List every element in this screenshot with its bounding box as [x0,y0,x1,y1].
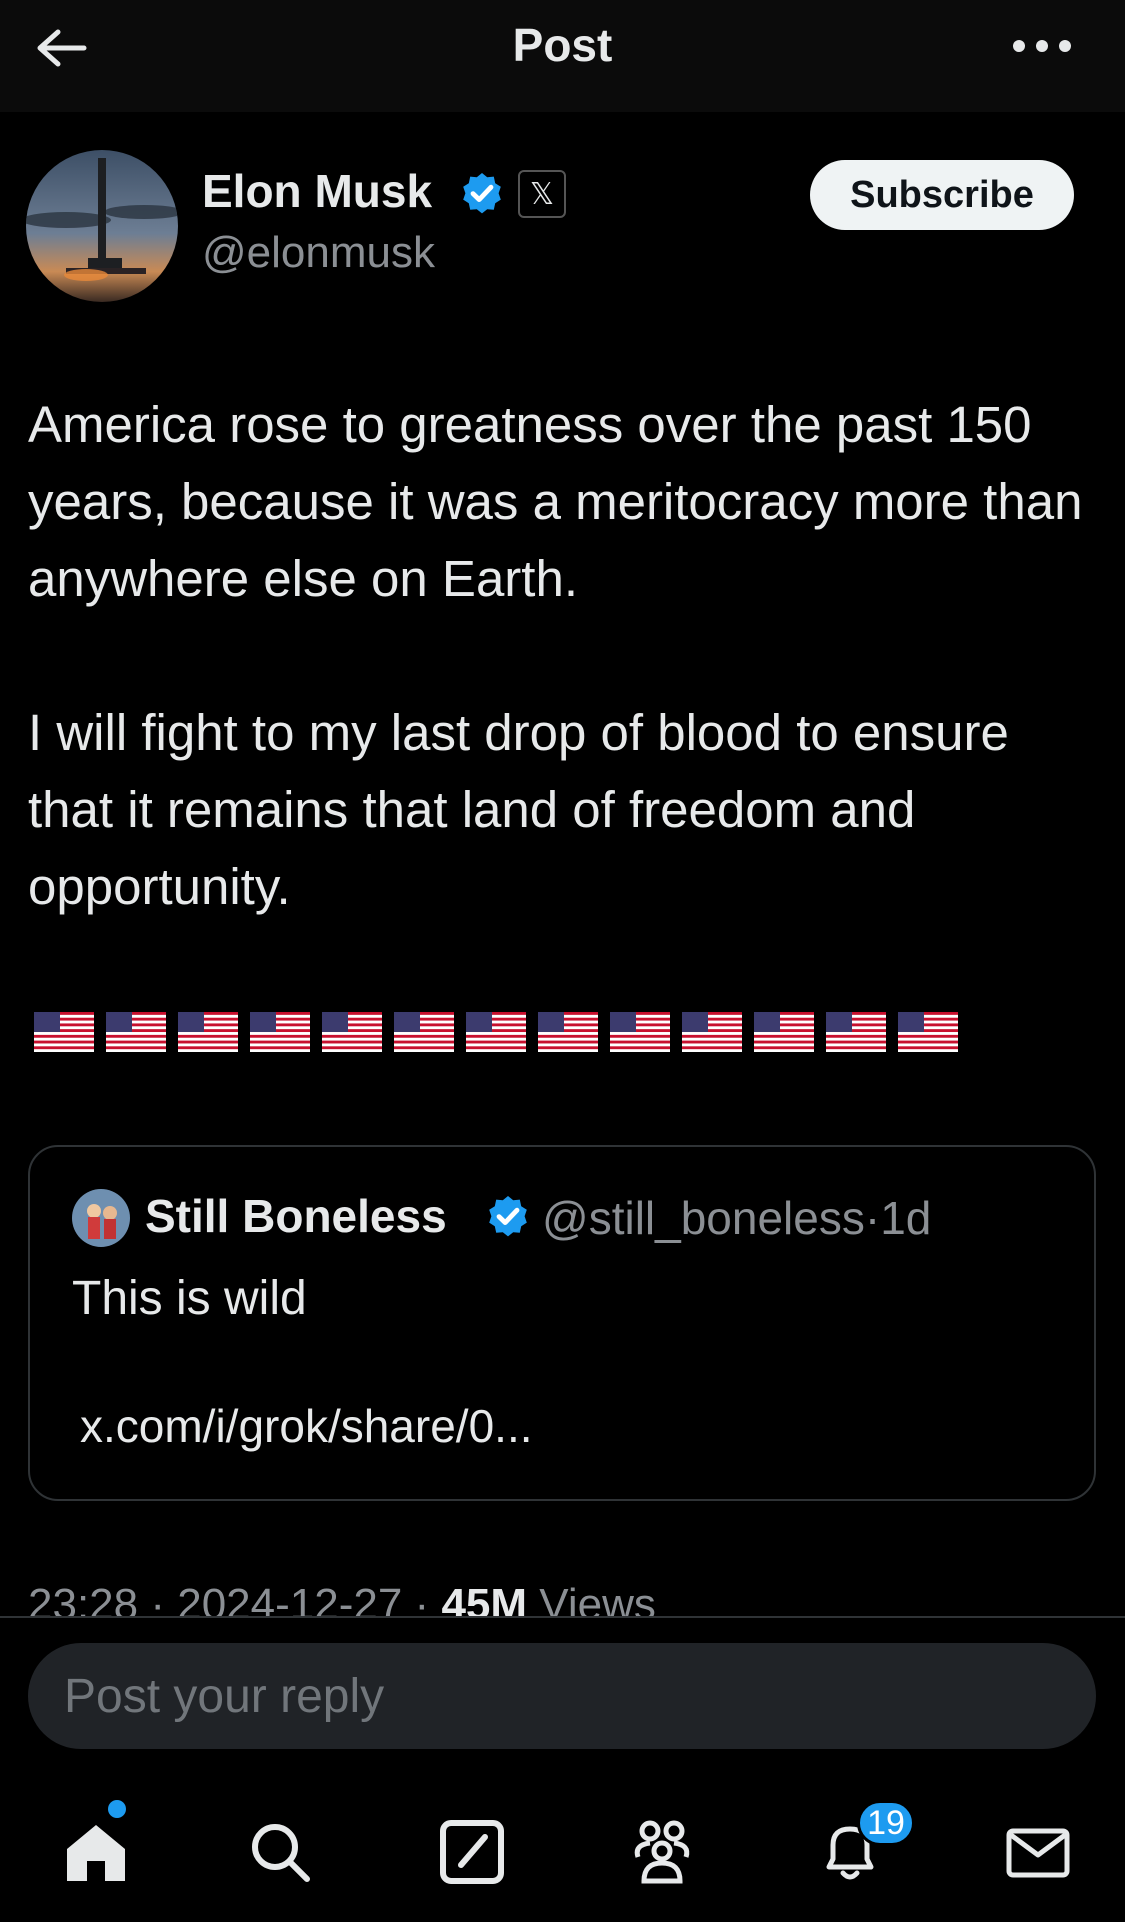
compose-icon [440,1820,504,1884]
more-button[interactable] [1007,26,1077,66]
verified-badge-icon [463,173,501,214]
us-flag-icon [682,1012,742,1052]
avatar-image [26,150,178,302]
search-icon [252,1824,310,1882]
post-date: 2024-12-27 [177,1580,403,1616]
flag-emoji-row [34,1012,958,1056]
us-flag-icon [826,1012,886,1052]
quote-verified-badge-icon [489,1196,527,1237]
nav-messages[interactable] [998,1812,1078,1892]
us-flag-icon [466,1012,526,1052]
affiliation-badge: 𝕏 [518,170,566,218]
nav-home[interactable] [56,1812,136,1892]
notification-count-badge: 19 [857,1800,915,1846]
us-flag-icon [394,1012,454,1052]
nav-communities[interactable] [622,1812,702,1892]
us-flag-icon [106,1012,166,1052]
us-flag-icon [322,1012,382,1052]
quote-author-name: Still Boneless [145,1190,447,1242]
quoted-post[interactable]: Still Boneless @still_boneless·1d This i… [28,1145,1096,1501]
post-paragraph-1: America rose to greatness over the past … [28,396,1083,607]
us-flag-icon [250,1012,310,1052]
views-count: 45M [441,1580,528,1616]
quote-text: This is wild [72,1272,307,1325]
author-avatar[interactable] [26,150,178,302]
mail-icon [1006,1828,1070,1878]
post-text: America rose to greatness over the past … [28,386,1088,925]
meta-separator: · [864,1192,881,1244]
meta-separator: · [150,1580,178,1616]
us-flag-icon [538,1012,598,1052]
quote-avatar-image [72,1189,130,1247]
bottom-nav: 19 [0,1770,1125,1922]
us-flag-icon [34,1012,94,1052]
subscribe-button[interactable]: Subscribe [810,160,1074,230]
page-title: Post [512,19,613,71]
nav-compose[interactable] [432,1812,512,1892]
author-handle[interactable]: @elonmusk [202,228,435,278]
divider [0,1616,1125,1618]
author-name[interactable]: Elon Musk [202,164,432,218]
quote-avatar [72,1189,130,1247]
us-flag-icon [898,1012,958,1052]
us-flag-icon [178,1012,238,1052]
top-bar: Post [0,0,1125,112]
reply-input[interactable] [28,1643,1096,1749]
quote-meta: @still_boneless·1d [542,1191,931,1245]
quote-handle: @still_boneless [542,1192,865,1244]
post-meta-row: 23:28 · 2024-12-27 · 45M Views [28,1580,1125,1616]
views-label: Views [539,1580,656,1616]
post-time: 23:28 [28,1580,139,1616]
quote-link[interactable]: x.com/i/grok/share/0... [80,1399,533,1453]
us-flag-icon [754,1012,814,1052]
meta-separator: · [414,1580,442,1616]
home-icon [67,1825,125,1881]
more-horizontal-icon [1013,40,1071,52]
home-unread-dot [108,1800,126,1818]
nav-search[interactable] [240,1812,320,1892]
post-paragraph-2: I will fight to my last drop of blood to… [28,704,1009,915]
quote-age: 1d [880,1192,932,1244]
communities-icon [634,1820,690,1884]
us-flag-icon [610,1012,670,1052]
